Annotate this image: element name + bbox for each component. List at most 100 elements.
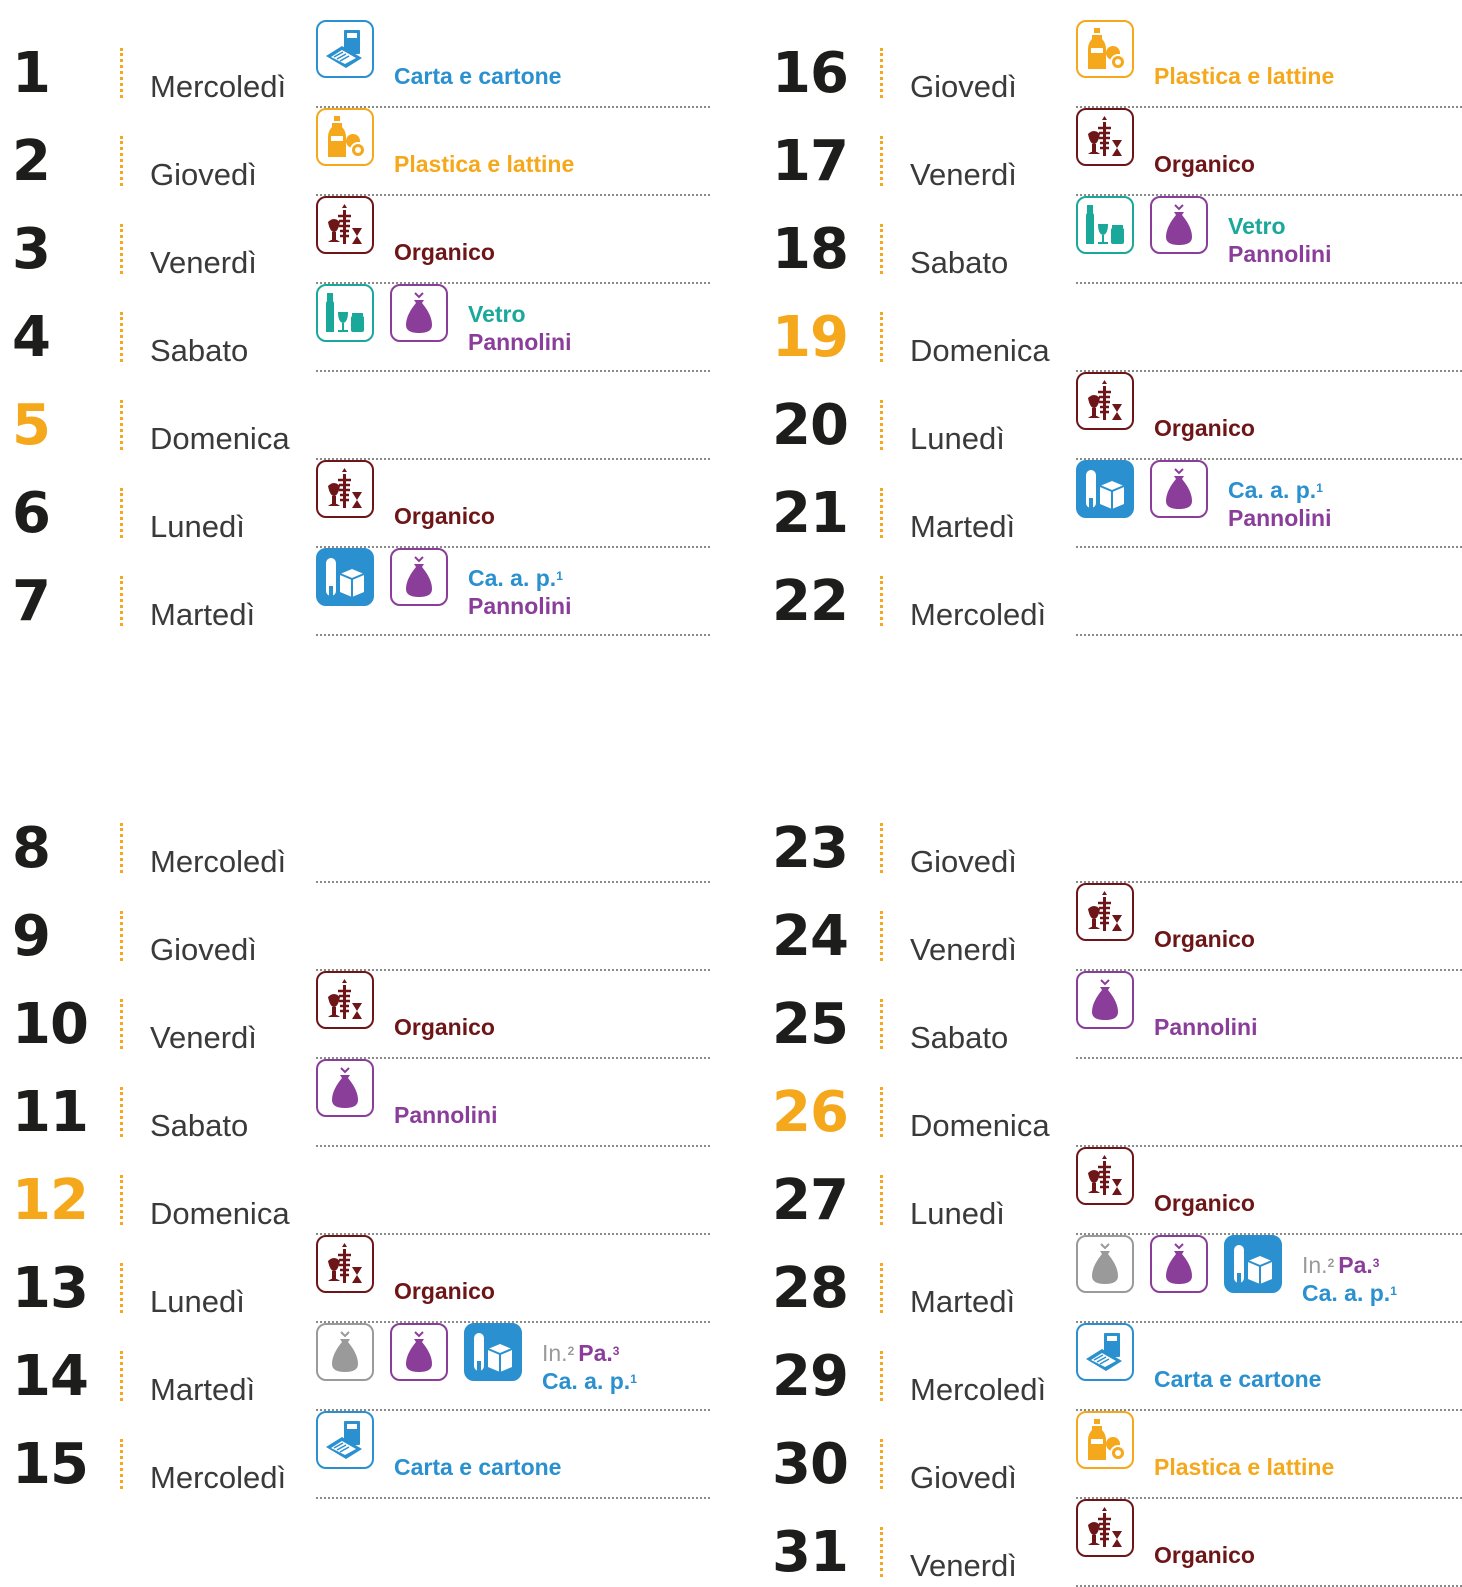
diaper-bag-icon — [390, 1323, 448, 1381]
waste-label-line: Vetro — [1228, 212, 1332, 240]
cartons-icon — [464, 1323, 522, 1381]
plastic-cans-icon — [1076, 20, 1134, 78]
waste-label-line: Carta e cartone — [1154, 1365, 1321, 1393]
day-number: 10 — [12, 992, 89, 1057]
day-number: 3 — [12, 217, 51, 282]
waste-labels: Plastica e lattine — [1154, 1453, 1334, 1481]
day-number: 31 — [772, 1520, 849, 1585]
waste-labels: Organico — [1154, 414, 1255, 442]
diaper-bag-icon — [1150, 196, 1208, 254]
waste-label-line: Organico — [394, 238, 495, 266]
day-row: 28 Martedì In.2 Pa.3 Ca. a. p.1 — [772, 1235, 1462, 1323]
waste-label-line: Plastica e lattine — [1154, 62, 1334, 90]
dotted-separator — [880, 224, 883, 274]
weekday-name: Martedì — [910, 1284, 1016, 1319]
day-row: 13 Lunedì Organico — [12, 1235, 710, 1323]
waste-icons — [1076, 20, 1134, 84]
day-number: 12 — [12, 1168, 89, 1233]
footnote-marker: 2 — [567, 1344, 575, 1358]
dotted-separator — [120, 312, 123, 362]
diaper-bag-icon — [390, 548, 448, 606]
weekday-name: Mercoledì — [910, 1372, 1047, 1407]
day-row: 23 Giovedì — [772, 795, 1462, 883]
waste-labels: Organico — [394, 238, 495, 266]
waste-icons — [316, 196, 374, 260]
waste-labels: Ca. a. p.1 Pannolini — [1228, 476, 1332, 532]
dotted-separator — [880, 823, 883, 873]
waste-type-label: Pannolini — [468, 593, 572, 619]
waste-labels: Organico — [394, 502, 495, 530]
dotted-separator — [120, 911, 123, 961]
day-number: 29 — [772, 1344, 849, 1409]
dotted-rule — [1076, 634, 1462, 636]
dotted-separator — [880, 488, 883, 538]
waste-type-label: Pannolini — [394, 1102, 498, 1128]
day-row: 27 Lunedì Organico — [772, 1147, 1462, 1235]
footnote-marker: 1 — [556, 569, 563, 583]
dotted-separator — [120, 576, 123, 626]
waste-label-line: Organico — [1154, 925, 1255, 953]
waste-type-label: Pa. — [578, 1340, 613, 1366]
day-number: 27 — [772, 1168, 849, 1233]
day-row: 19 Domenica — [772, 284, 1462, 372]
waste-type-label: Organico — [394, 239, 495, 265]
waste-type-label: Pannolini — [1154, 1014, 1258, 1040]
weekday-name: Venerdì — [910, 932, 1017, 967]
waste-icons — [1076, 1323, 1134, 1387]
day-row: 17 Venerdì Organico — [772, 108, 1462, 196]
glass-icon — [316, 284, 374, 342]
waste-icons — [316, 108, 374, 172]
waste-type-label: Vetro — [468, 301, 526, 327]
dotted-separator — [880, 999, 883, 1049]
cartons-icon — [1076, 460, 1134, 518]
waste-label-line: In.2 Pa.3 — [1302, 1251, 1397, 1279]
waste-labels: Carta e cartone — [394, 1453, 561, 1481]
waste-labels: Organico — [1154, 150, 1255, 178]
footnote-marker: 3 — [1372, 1256, 1380, 1270]
day-row: 30 Giovedì Plastica e lattine — [772, 1411, 1462, 1499]
day-number: 19 — [772, 305, 849, 370]
day-row: 25 Sabato Pannolini — [772, 971, 1462, 1059]
weekday-name: Lunedì — [150, 1284, 245, 1319]
day-number: 16 — [772, 41, 849, 106]
waste-icons — [316, 971, 374, 1035]
day-number: 5 — [12, 393, 51, 458]
day-number: 17 — [772, 129, 849, 194]
weekday-name: Sabato — [150, 333, 249, 368]
day-row: 6 Lunedì Organico — [12, 460, 710, 548]
waste-labels: Organico — [1154, 1541, 1255, 1569]
dotted-separator — [120, 400, 123, 450]
waste-type-label: Ca. a. p. — [1302, 1280, 1391, 1306]
dotted-rule — [316, 634, 710, 636]
day-row: 22 Mercoledì — [772, 548, 1462, 636]
day-number: 18 — [772, 217, 849, 282]
weekday-name: Giovedì — [150, 932, 257, 967]
dotted-separator — [880, 1263, 883, 1313]
diaper-bag-icon — [316, 1059, 374, 1117]
waste-type-label: Organico — [1154, 1542, 1255, 1568]
weekday-name: Giovedì — [150, 157, 257, 192]
dotted-separator — [880, 1087, 883, 1137]
weekday-name: Venerdì — [910, 1548, 1017, 1583]
day-row: 31 Venerdì Organico — [772, 1499, 1462, 1587]
waste-type-label: Pannolini — [1228, 241, 1332, 267]
dotted-separator — [880, 1439, 883, 1489]
waste-label-line: Plastica e lattine — [1154, 1453, 1334, 1481]
day-number: 7 — [12, 569, 51, 634]
weekday-name: Martedì — [150, 597, 256, 632]
waste-labels: Vetro Pannolini — [1228, 212, 1332, 268]
waste-label-line: Pannolini — [1228, 240, 1332, 268]
waste-label-line: Carta e cartone — [394, 1453, 561, 1481]
waste-label-line: Organico — [1154, 150, 1255, 178]
weekday-name: Lunedì — [150, 509, 245, 544]
organic-waste-icon — [1076, 108, 1134, 166]
organic-waste-icon — [1076, 1147, 1134, 1205]
day-number: 11 — [12, 1080, 89, 1145]
day-number: 25 — [772, 992, 849, 1057]
dotted-separator — [880, 576, 883, 626]
waste-type-label: Pannolini — [1228, 505, 1332, 531]
day-number: 4 — [12, 305, 51, 370]
day-number: 14 — [12, 1344, 89, 1409]
day-number: 22 — [772, 569, 849, 634]
waste-label-line: Pannolini — [468, 592, 572, 620]
